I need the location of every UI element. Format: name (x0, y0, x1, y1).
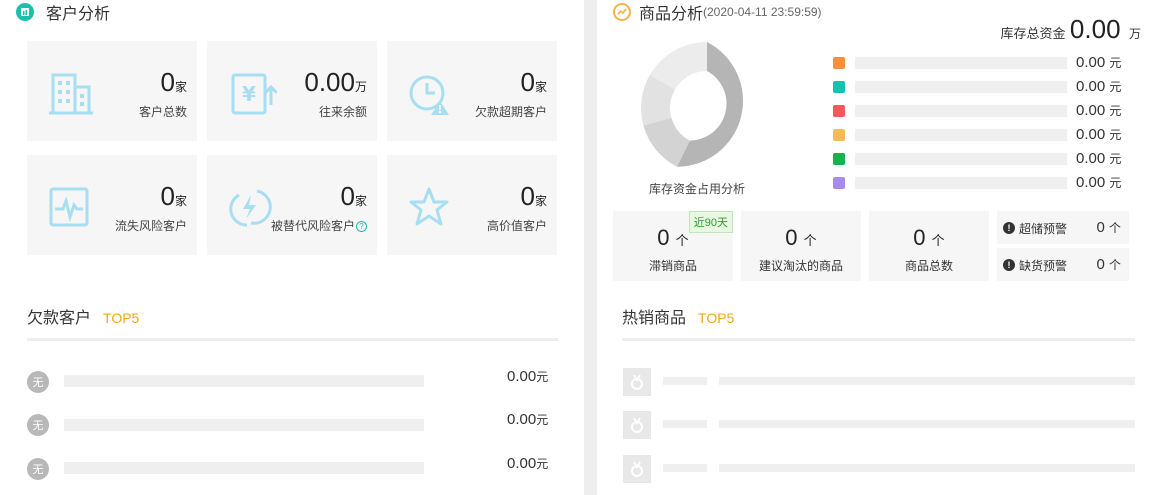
product-analysis-title: 商品分析 (639, 6, 704, 23)
stat-total-products[interactable]: 0 个 商品总数 (869, 211, 989, 281)
legend-color (833, 129, 845, 141)
card-value: 0家 (520, 67, 547, 97)
svg-text:¥: ¥ (242, 82, 256, 106)
hot-top5-title: 热销商品 TOP5 (622, 310, 735, 327)
stat-label: 商品总数 (904, 259, 953, 273)
warning-value: 0 个 (1096, 256, 1121, 273)
legend-value: 0.00 元 (1076, 174, 1122, 191)
legend-value: 0.00 元 (1076, 150, 1122, 167)
legend-bar (855, 81, 1067, 93)
legend-bar (855, 105, 1067, 117)
divider (622, 338, 1135, 341)
placeholder-bar (719, 377, 1135, 385)
stock-donut-chart (641, 41, 744, 167)
stat-label: 滞销商品 (648, 259, 697, 273)
exclamation-icon: ! (1003, 222, 1015, 234)
product-analysis-header: 商品分析 (2020-04-11 23:59:59) (613, 0, 822, 24)
legend-color (833, 81, 845, 93)
report-icon (16, 3, 34, 21)
avatar: 无 (27, 414, 49, 436)
legend-color (833, 153, 845, 165)
card-value: 0家 (160, 181, 187, 211)
legend-color (833, 177, 845, 189)
placeholder-bar (663, 464, 707, 472)
product-image-placeholder-icon (623, 368, 651, 396)
stat-slow-moving[interactable]: 近90天 0 个 滞销商品 (613, 211, 733, 281)
pulse-monitor-icon (49, 187, 89, 227)
debt-amount: 0.00元 (507, 368, 549, 385)
product-analysis-panel: 商品分析 (2020-04-11 23:59:59) 库存总资金 0.00 万 … (597, 0, 1161, 495)
card-overdue-customers[interactable]: 0家 欠款超期客户 (387, 41, 557, 141)
placeholder-bar (719, 464, 1135, 472)
card-total-customers[interactable]: 0家 客户总数 (27, 41, 197, 141)
legend-bar (855, 129, 1067, 141)
trend-icon (613, 3, 631, 21)
yuan-ledger-icon: ¥ (231, 73, 277, 115)
exclamation-icon: ! (1003, 259, 1015, 271)
clock-warning-icon (409, 75, 449, 115)
card-label: 被替代风险客户? (271, 217, 367, 234)
legend-bar (855, 177, 1067, 189)
placeholder-bar (64, 462, 424, 474)
legend-color (833, 105, 845, 117)
placeholder-bar (663, 420, 707, 428)
card-churn-risk[interactable]: 0家 流失风险客户 (27, 155, 197, 255)
card-balance[interactable]: ¥ 0.00万 往来余额 (207, 41, 377, 141)
stat-value: 0 个 (785, 225, 817, 250)
card-replace-risk[interactable]: 0家 被替代风险客户? (207, 155, 377, 255)
help-icon[interactable]: ? (356, 221, 367, 233)
stat-value: 0 个 (657, 225, 689, 250)
debt-amount: 0.00元 (507, 455, 549, 472)
placeholder-bar (64, 375, 424, 387)
warning-value: 0 个 (1096, 219, 1121, 236)
avatar: 无 (27, 371, 49, 393)
card-label: 流失风险客户 (114, 219, 187, 233)
customer-analysis-panel: 客户分析 0家 客户总数 ¥ 0.00万 往来余额 0家 欠款超期客户 0家 流… (0, 0, 584, 495)
shortage-warning[interactable]: ! 缺货预警 0 个 (997, 248, 1129, 281)
debt-amount: 0.00元 (507, 411, 549, 428)
stock-total: 库存总资金 0.00 万 (1000, 14, 1141, 44)
card-high-value[interactable]: 0家 高价值客户 (387, 155, 557, 255)
legend-bar (855, 57, 1067, 69)
stat-value: 0 个 (913, 225, 945, 250)
card-value: 0家 (340, 181, 367, 211)
warning-label: 缺货预警 (1019, 259, 1068, 273)
card-label: 高价值客户 (486, 219, 547, 233)
star-icon (409, 187, 449, 226)
card-label: 欠款超期客户 (474, 105, 547, 119)
debt-top5-title: 欠款客户 TOP5 (27, 310, 140, 327)
card-value: 0家 (160, 67, 187, 97)
card-value: 0家 (520, 181, 547, 211)
stat-label: 建议淘汰的商品 (758, 259, 843, 273)
donut-caption: 库存资金占用分析 (649, 182, 746, 196)
legend-value: 0.00 元 (1076, 126, 1122, 143)
card-label: 客户总数 (138, 105, 187, 119)
overstock-warning[interactable]: ! 超储预警 0 个 (997, 211, 1129, 244)
legend-bar (855, 153, 1067, 165)
placeholder-bar (719, 420, 1135, 428)
placeholder-bar (64, 419, 424, 431)
legend-value: 0.00 元 (1076, 78, 1122, 95)
lightning-circle-icon (229, 189, 272, 227)
stat-suggest-eliminate[interactable]: 0 个 建议淘汰的商品 (741, 211, 861, 281)
product-image-placeholder-icon (623, 455, 651, 483)
product-image-placeholder-icon (623, 411, 651, 439)
warning-label: 超储预警 (1019, 222, 1068, 236)
legend-color (833, 57, 845, 69)
customer-analysis-title: 客户分析 (46, 6, 111, 23)
legend-value: 0.00 元 (1076, 102, 1122, 119)
customer-analysis-header: 客户分析 (16, 0, 110, 24)
placeholder-bar (663, 377, 707, 385)
building-icon (49, 73, 93, 115)
legend-value: 0.00 元 (1076, 54, 1122, 71)
divider (27, 338, 558, 341)
card-label: 往来余额 (318, 105, 367, 119)
card-value: 0.00万 (304, 67, 367, 97)
data-timestamp: (2020-04-11 23:59:59) (703, 5, 822, 19)
avatar: 无 (27, 458, 49, 480)
